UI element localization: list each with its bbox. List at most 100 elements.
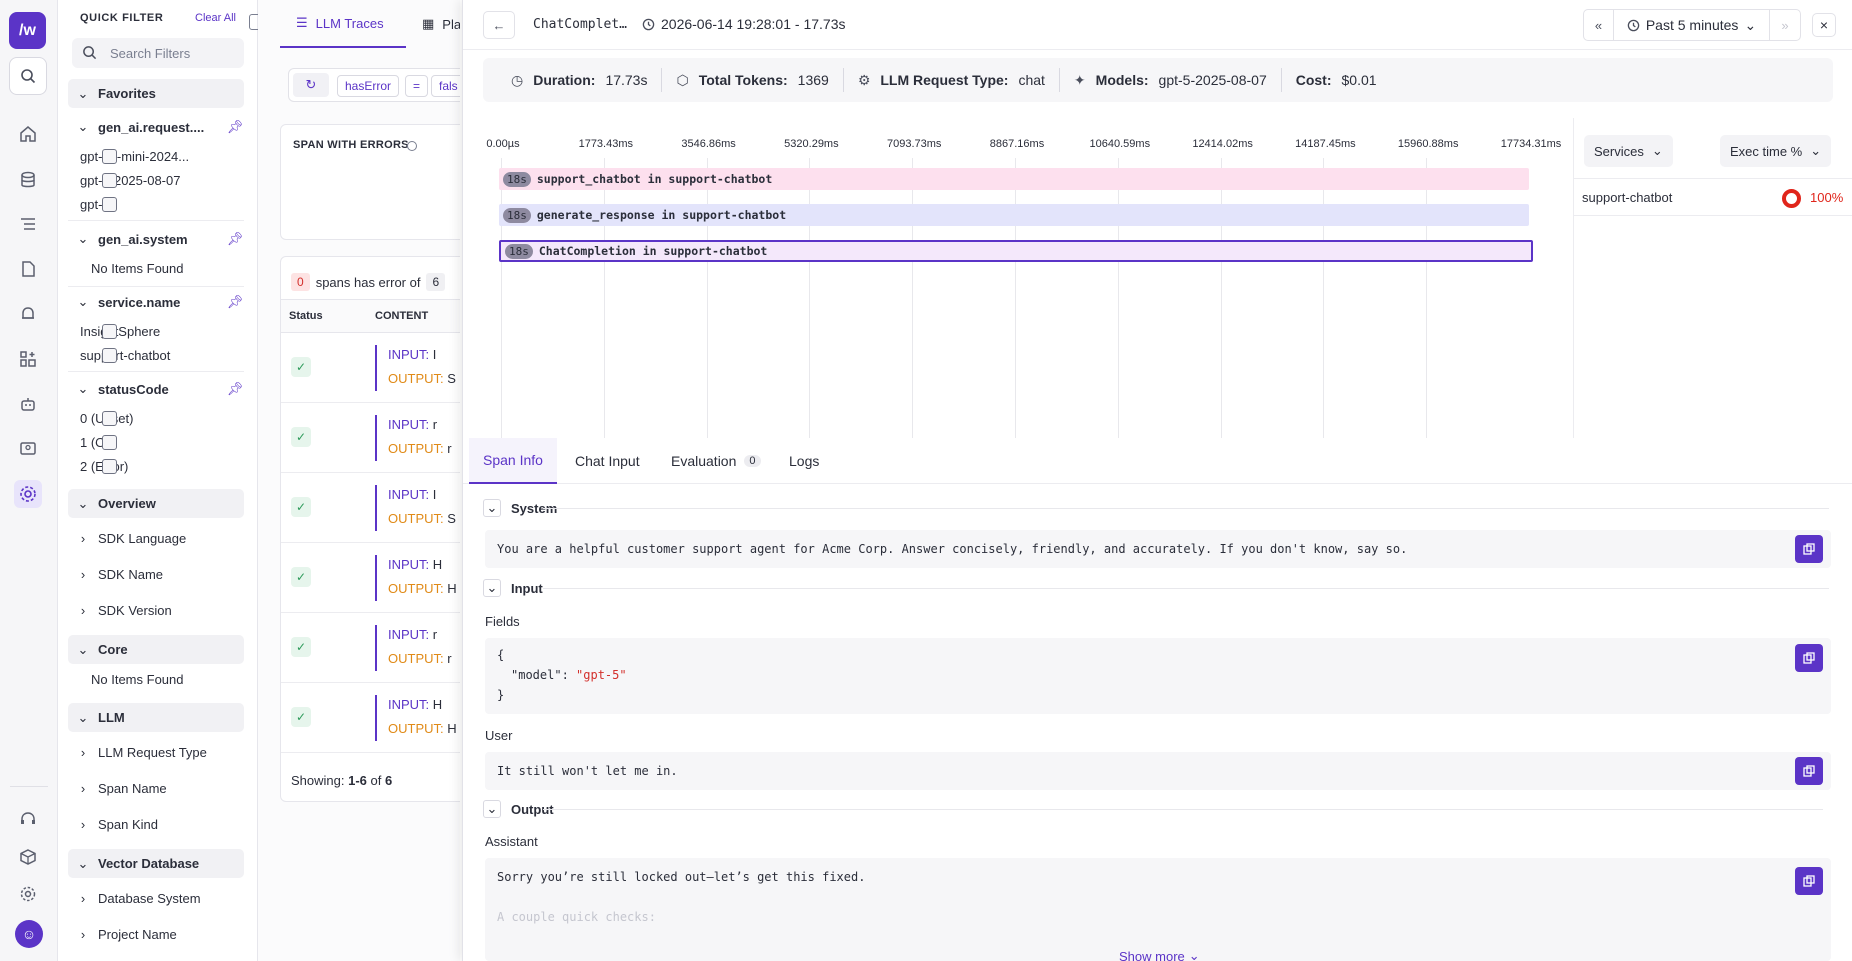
support-icon[interactable] — [14, 805, 42, 833]
copy-icon[interactable] — [1795, 644, 1823, 672]
home-icon[interactable] — [14, 120, 42, 148]
clear-all-link[interactable]: Clear All — [195, 12, 236, 24]
exec-time-dropdown[interactable]: Exec time % ⌄ — [1720, 135, 1832, 167]
span-title: ChatComplet… — [533, 17, 627, 32]
copy-icon[interactable] — [1795, 867, 1823, 895]
filter-database-system[interactable]: › Database System — [68, 886, 201, 910]
table-row[interactable]: ✓ INPUT: H OUTPUT: H — [281, 683, 460, 753]
timeline-gridline — [1015, 158, 1016, 438]
filter-span-name[interactable]: › Span Name — [68, 776, 167, 800]
checkbox-status-error[interactable]: 2 (Error) — [80, 456, 128, 476]
timeline-span-bar[interactable]: 18s ChatCompletion in support-chatbot — [499, 240, 1533, 262]
time-range-selector[interactable]: « Past 5 minutes ⌄ » — [1583, 9, 1801, 41]
services-dropdown[interactable]: Services ⌄ — [1584, 135, 1673, 167]
filter-project-name[interactable]: › Project Name — [68, 922, 177, 946]
tab-logs[interactable]: Logs — [789, 438, 819, 484]
double-chevron-right-icon[interactable]: » — [1770, 10, 1800, 40]
checkbox-model-1[interactable]: gpt-4o-mini-2024... — [80, 146, 189, 166]
services-panel: Services ⌄ Exec time % ⌄ support-chatbot 1… — [1573, 118, 1852, 438]
core-group[interactable]: ⌄ Core — [68, 635, 244, 664]
filter-sdk-language[interactable]: › SDK Language — [68, 526, 186, 550]
table-row[interactable]: ✓ INPUT: I OUTPUT: S — [281, 473, 460, 543]
chevron-down-icon: ⌄ — [1810, 143, 1822, 158]
filter-status-code[interactable]: ⌄ statusCode 📌︎ — [68, 378, 244, 400]
query-key-chip[interactable]: hasError — [337, 75, 400, 97]
monitor-user-icon[interactable] — [14, 435, 42, 463]
settings-gear-icon[interactable] — [14, 480, 42, 508]
table-row[interactable]: ✓ INPUT: H OUTPUT: H — [281, 543, 460, 613]
quick-filter-title: QUICK FILTER — [80, 12, 164, 24]
service-row[interactable]: support-chatbot 100% — [1574, 178, 1852, 216]
timeline-span-bar[interactable]: 18s generate_response in support-chatbot — [499, 204, 1529, 226]
output-section-header[interactable]: ⌄ Output — [483, 797, 1829, 821]
input-section-header[interactable]: ⌄ Input — [483, 576, 1829, 600]
database-icon[interactable] — [14, 166, 42, 194]
chevron-down-icon: ⌄ — [77, 855, 89, 871]
tab-llm-traces[interactable]: ☰ LLM Traces — [280, 0, 406, 48]
timeline-span-bar[interactable]: 18s support_chatbot in support-chatbot — [499, 168, 1529, 190]
search-filters-input[interactable]: Search Filters — [72, 38, 244, 68]
chevron-down-icon: ⌄ — [1651, 143, 1663, 158]
double-chevron-left-icon[interactable]: « — [1584, 10, 1614, 40]
filter-service-name[interactable]: ⌄ service.name 📌︎ — [68, 291, 244, 313]
filter-llm-request-type[interactable]: › LLM Request Type — [68, 740, 207, 764]
search-icon[interactable] — [9, 57, 47, 95]
tab-span-info[interactable]: Span Info — [469, 438, 557, 484]
table-row[interactable]: ✓ INPUT: r OUTPUT: r — [281, 613, 460, 683]
checkbox-model-3[interactable]: gpt-5o — [80, 194, 117, 214]
table-row[interactable]: ✓ INPUT: I OUTPUT: S — [281, 333, 460, 403]
tab-evaluation[interactable]: Evaluation 0 — [671, 438, 761, 484]
filter-gen-ai-request[interactable]: ⌄ gen_ai.request.... 📌︎ — [68, 116, 244, 138]
filter-sdk-name[interactable]: › SDK Name — [68, 562, 163, 586]
filter-label: service.name — [98, 294, 181, 310]
filter-gen-ai-system[interactable]: ⌄ gen_ai.system 📌︎ — [68, 228, 244, 250]
clock-icon: ◷ — [511, 71, 524, 88]
app-logo[interactable]: /w — [9, 12, 46, 49]
bell-icon[interactable] — [14, 300, 42, 328]
chevron-right-icon: › — [80, 890, 86, 906]
checkbox-service-2[interactable]: support-chatbot — [80, 345, 170, 365]
cube-icon[interactable] — [14, 843, 42, 871]
tab-playground[interactable]: ▦ Pla — [422, 0, 460, 48]
pin-icon[interactable]: 📌︎ — [226, 381, 244, 397]
copy-icon[interactable] — [1795, 757, 1823, 785]
chevron-right-icon: › — [80, 566, 86, 582]
filter-span-kind[interactable]: › Span Kind — [68, 812, 158, 836]
close-button[interactable]: × — [1812, 13, 1836, 37]
copy-icon[interactable] — [1795, 535, 1823, 563]
query-op-chip[interactable]: = — [405, 75, 429, 97]
llm-group[interactable]: ⌄ LLM — [68, 703, 244, 732]
checkbox-status-ok[interactable]: 1 (Ok) — [80, 432, 117, 452]
drawer-header: ← ChatComplet… 2026-06-14 19:28:01 - 17.… — [463, 0, 1852, 50]
back-button[interactable]: ← — [483, 11, 515, 39]
pin-icon[interactable]: 📌︎ — [226, 231, 244, 247]
tab-chat-input[interactable]: Chat Input — [575, 438, 640, 484]
user-message-box: It still won't let me in. — [485, 752, 1831, 790]
fields-label: Fields — [485, 614, 520, 629]
checkbox-service-1[interactable]: InsightSphere — [80, 321, 160, 341]
vector-database-group[interactable]: ⌄ Vector Database — [68, 849, 244, 878]
time-range-dropdown[interactable]: Past 5 minutes ⌄ — [1614, 10, 1770, 40]
system-section-header[interactable]: ⌄ System — [483, 496, 1829, 520]
table-row[interactable]: ✓ INPUT: r OUTPUT: r — [281, 403, 460, 473]
chevron-down-icon: ⌄ — [77, 119, 89, 134]
show-more-link[interactable]: Show more ⌄ — [1119, 948, 1200, 961]
pin-icon[interactable]: 📌︎ — [226, 294, 244, 310]
query-bar[interactable]: ↻ hasError = fals — [288, 68, 460, 102]
gear-icon[interactable] — [14, 880, 42, 908]
avatar[interactable]: ☺ — [15, 920, 43, 948]
overview-group[interactable]: ⌄ Overview — [68, 489, 244, 518]
query-value-chip[interactable]: fals — [431, 75, 460, 97]
list-icon[interactable] — [14, 210, 42, 238]
dashboard-icon[interactable] — [14, 345, 42, 373]
checkbox-status-unset[interactable]: 0 (Unset) — [80, 408, 133, 428]
trace-timeline: 0.00µs 1773.43ms 3546.86ms 5320.29ms 7093.73… — [483, 118, 1593, 438]
stat-cost: Cost: $0.01 — [1295, 72, 1377, 88]
document-icon[interactable] — [14, 255, 42, 283]
filter-sdk-version[interactable]: › SDK Version — [68, 598, 172, 622]
favorites-group[interactable]: ⌄ Favorites — [68, 79, 244, 108]
run-query-icon[interactable]: ↻ — [293, 73, 329, 97]
robot-icon[interactable] — [14, 390, 42, 418]
checkbox-model-2[interactable]: gpt-5-2025-08-07 — [80, 170, 180, 190]
pin-icon[interactable]: 📌︎ — [226, 119, 244, 135]
